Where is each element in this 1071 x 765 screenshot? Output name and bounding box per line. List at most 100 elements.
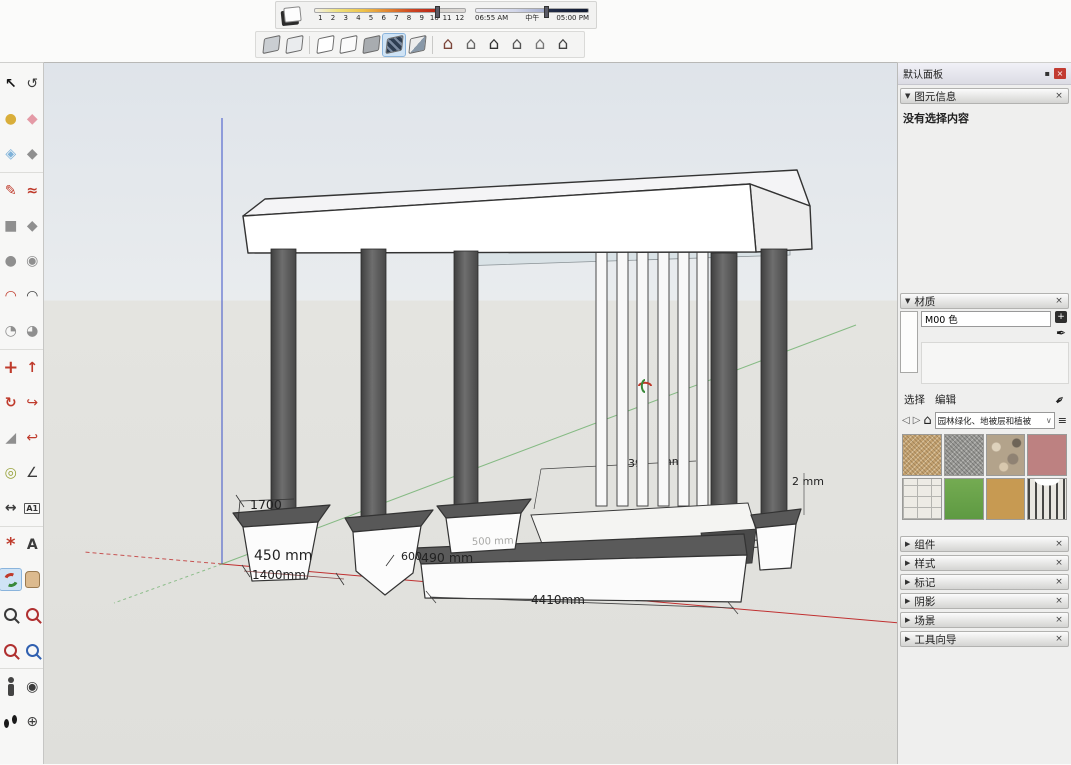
entity-info-close-icon[interactable]: × — [1054, 91, 1064, 101]
swatch-gate[interactable] — [1027, 478, 1067, 520]
tray-section-header[interactable]: ▶ 阴影 × — [900, 593, 1069, 609]
chevron-down-icon[interactable]: ▼ — [905, 92, 910, 100]
wireframe-mode-icon[interactable] — [314, 34, 336, 56]
hidden-line-mode-icon[interactable] — [337, 34, 359, 56]
dimension-right[interactable]: 2 mm — [792, 473, 824, 515]
arc-tool-icon[interactable]: ◠ — [0, 285, 21, 306]
swatch-pavers[interactable] — [902, 478, 942, 520]
follow-me-tool-icon[interactable]: ↪ — [22, 392, 43, 413]
shaded-mode-icon[interactable] — [360, 34, 382, 56]
zoom-window-tool-icon[interactable] — [22, 604, 43, 625]
tray-section-header[interactable]: ▶ 标记 × — [900, 574, 1069, 590]
list-options-icon[interactable]: ≡ — [1058, 414, 1067, 427]
tray-section-close-icon[interactable]: × — [1054, 615, 1064, 625]
swatch-ochre[interactable] — [986, 478, 1026, 520]
orbit-tool-icon[interactable] — [0, 569, 21, 590]
eraser-tool-icon[interactable]: ◆ — [22, 108, 43, 129]
axes-tool-icon[interactable]: * — [0, 534, 21, 555]
push-pull-tool-icon[interactable]: ↑ — [22, 357, 43, 378]
zoom-extents-tool-icon[interactable] — [0, 640, 21, 661]
chevron-right-icon[interactable]: ▶ — [905, 540, 910, 548]
xray-mode-icon[interactable] — [260, 34, 282, 56]
monochrome-mode-icon[interactable] — [406, 34, 428, 56]
tray-section-close-icon[interactable]: × — [1054, 577, 1064, 587]
view-iso-icon[interactable]: ⌂ — [437, 34, 459, 56]
home-icon[interactable]: ⌂ — [923, 413, 931, 428]
line-tool-icon[interactable]: ✎ — [0, 180, 21, 201]
tray-section-header[interactable]: ▶ 工具向导 × — [900, 631, 1069, 647]
previous-view-tool-icon[interactable] — [22, 640, 43, 661]
forward-arrow-icon[interactable]: ▷ — [913, 415, 921, 426]
materials-header[interactable]: ▼ 材质 × — [900, 293, 1069, 309]
walk-tool-icon[interactable] — [0, 711, 21, 732]
pin-icon[interactable]: ▪ — [1045, 69, 1050, 78]
tape-measure-tool-icon[interactable]: ◎ — [0, 462, 21, 483]
back-edges-mode-icon[interactable] — [283, 34, 305, 56]
3d-text-tool-icon[interactable]: A — [22, 534, 43, 555]
section-plane-tool-icon[interactable]: ⊕ — [22, 711, 43, 732]
tray-close-icon[interactable]: × — [1054, 68, 1066, 79]
lasso-select-tool-icon[interactable]: ↺ — [22, 73, 43, 94]
position-camera-tool-icon[interactable] — [0, 676, 21, 697]
tray-section-close-icon[interactable]: × — [1054, 634, 1064, 644]
sample-paint-icon[interactable]: ✒ — [1052, 391, 1069, 408]
swatch-rose-solid[interactable] — [1027, 434, 1067, 476]
tray-section-close-icon[interactable]: × — [1054, 539, 1064, 549]
scale-tool-icon[interactable]: ◢ — [0, 427, 21, 448]
secondary-pane-icon[interactable]: ✒ — [1056, 326, 1066, 340]
swatch-grass[interactable] — [944, 478, 984, 520]
view-top-icon[interactable]: ⌂ — [460, 34, 482, 56]
toggle-shadows-icon[interactable] — [283, 6, 301, 23]
swatch-tan-gravel[interactable] — [902, 434, 942, 476]
paint-bucket-tool-icon[interactable]: ● — [0, 108, 21, 129]
material-preview[interactable] — [900, 311, 918, 373]
rectangle-tool-icon[interactable]: ■ — [0, 215, 21, 236]
protractor-tool-icon[interactable]: ∠ — [22, 462, 43, 483]
chevron-right-icon[interactable]: ▶ — [905, 559, 910, 567]
three-point-arc-tool-icon[interactable]: ◔ — [0, 321, 21, 342]
footing-right[interactable] — [751, 509, 801, 570]
model-canvas[interactable]: 39 mm 2 mm — [44, 63, 897, 765]
tray-section-close-icon[interactable]: × — [1054, 558, 1064, 568]
move-tool-icon[interactable]: + — [0, 357, 21, 378]
text-tool-icon[interactable]: A1 — [22, 498, 43, 519]
view-left-icon[interactable]: ⌂ — [552, 34, 574, 56]
chevron-right-icon[interactable]: ▶ — [905, 616, 910, 624]
rotated-rectangle-tool-icon[interactable]: ◆ — [22, 215, 43, 236]
tray-section-close-icon[interactable]: × — [1054, 596, 1064, 606]
top-slab[interactable] — [243, 170, 812, 253]
back-arrow-icon[interactable]: ◁ — [902, 415, 910, 426]
view-front-icon[interactable]: ⌂ — [483, 34, 505, 56]
shadow-time-track[interactable] — [475, 8, 589, 13]
tray-section-header[interactable]: ▶ 样式 × — [900, 555, 1069, 571]
tray-section-header[interactable]: ▶ 场景 × — [900, 612, 1069, 628]
collection-dropdown[interactable]: 园林绿化、地被层和植被 ∨ — [935, 412, 1055, 429]
dimension-tool-icon[interactable]: ↔ — [0, 498, 21, 519]
tray-section-header[interactable]: ▶ 组件 × — [900, 536, 1069, 552]
zoom-tool-icon[interactable] — [0, 604, 21, 625]
freehand-tool-icon[interactable]: ≈ — [22, 180, 43, 201]
entity-info-header[interactable]: ▼ 图元信息 × — [900, 88, 1069, 104]
tab-edit[interactable]: 编辑 — [935, 392, 956, 407]
tab-select[interactable]: 选择 — [904, 392, 925, 407]
chevron-right-icon[interactable]: ▶ — [905, 597, 910, 605]
view-back-icon[interactable]: ⌂ — [529, 34, 551, 56]
dimension-slats[interactable]: 39 mm — [534, 455, 696, 509]
shaded-with-textures-mode-icon[interactable] — [383, 34, 405, 56]
select-tool-icon[interactable]: ↖ — [0, 73, 21, 94]
swatch-gray-gravel[interactable] — [944, 434, 984, 476]
pan-tool-icon[interactable] — [22, 569, 43, 590]
look-around-tool-icon[interactable]: ◉ — [22, 676, 43, 697]
soften-edges-tool-icon[interactable]: ◆ — [22, 144, 43, 165]
swatch-cobblestone[interactable] — [986, 434, 1026, 476]
circle-tool-icon[interactable]: ● — [0, 250, 21, 271]
tray-titlebar[interactable]: 默认面板 ▪ × — [898, 63, 1071, 85]
chevron-right-icon[interactable]: ▶ — [905, 635, 910, 643]
chevron-right-icon[interactable]: ▶ — [905, 578, 910, 586]
two-point-arc-tool-icon[interactable]: ◠ — [22, 285, 43, 306]
shadow-month-track[interactable] — [314, 8, 466, 13]
shadow-month-handle[interactable] — [435, 6, 440, 18]
create-material-icon[interactable]: + — [1055, 311, 1067, 323]
make-component-tool-icon[interactable]: ◈ — [0, 144, 21, 165]
material-name-input[interactable] — [921, 311, 1051, 327]
